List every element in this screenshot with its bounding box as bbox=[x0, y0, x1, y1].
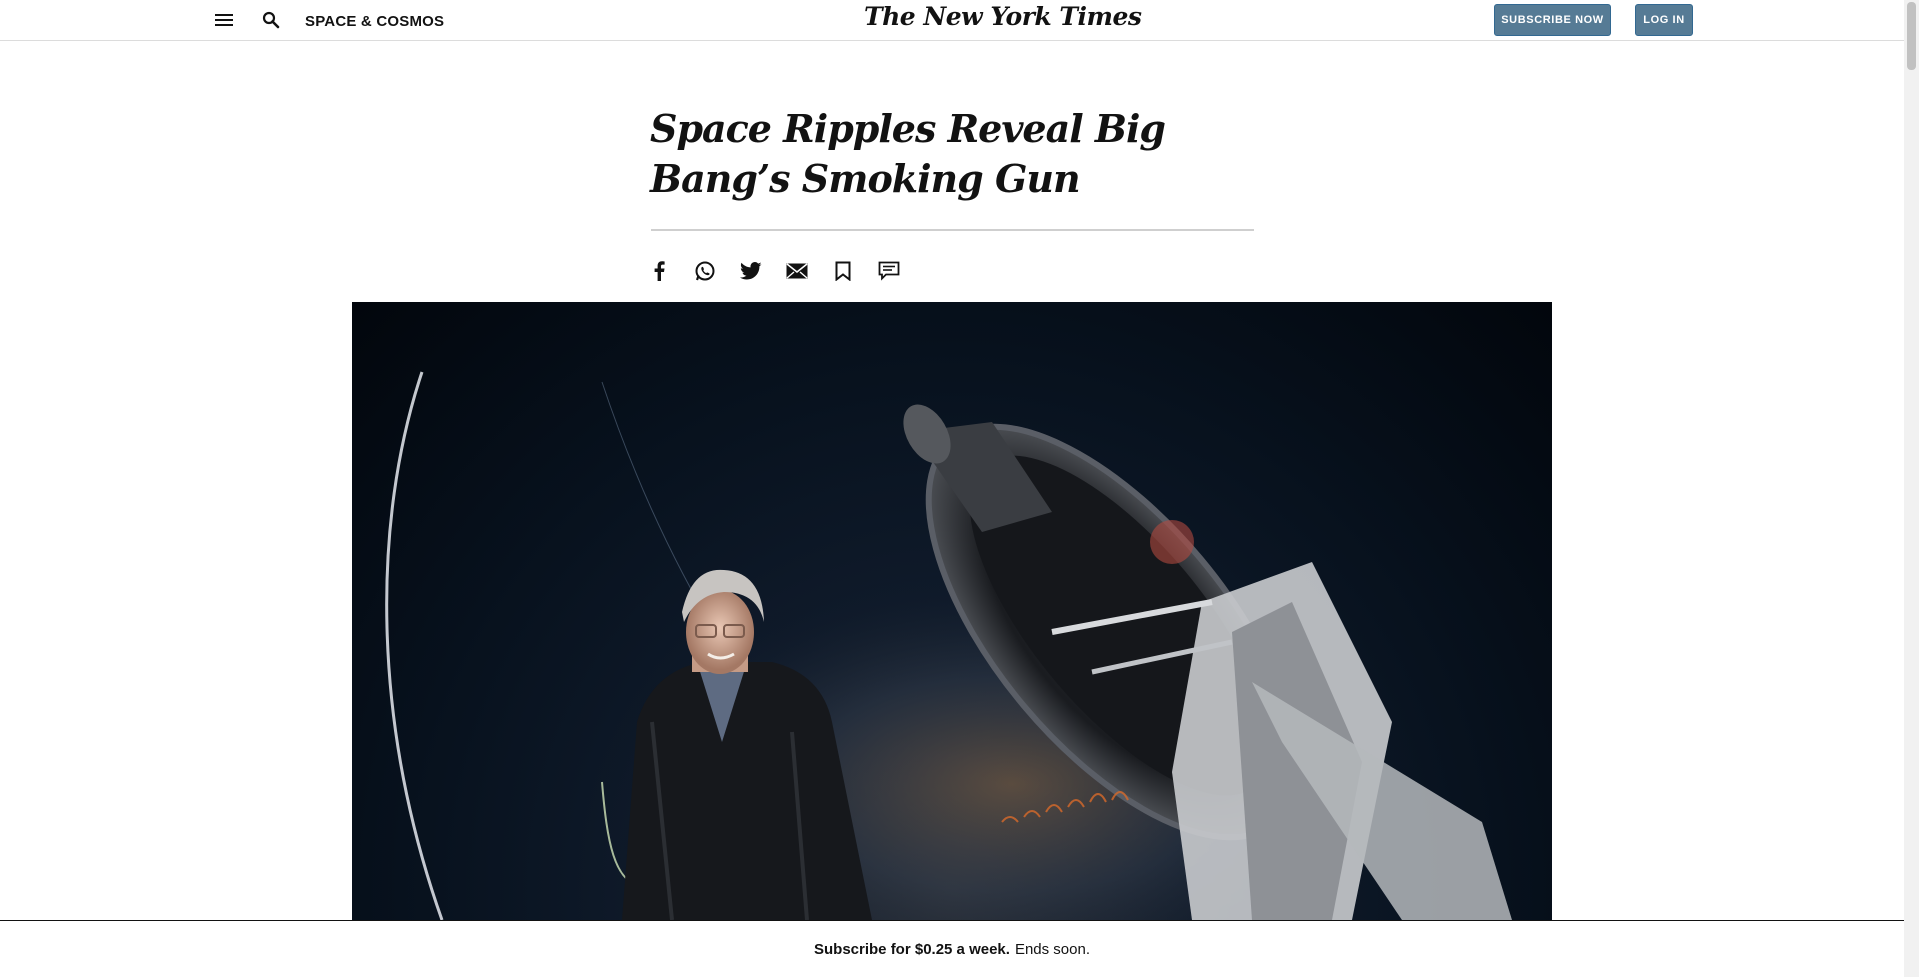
article-headline: Space Ripples Reveal Big Bang’s Smoking … bbox=[650, 106, 1166, 201]
subscribe-offer-banner[interactable]: Subscribe for $0.25 a week. Ends soon. bbox=[0, 920, 1904, 978]
whatsapp-icon[interactable] bbox=[692, 258, 718, 284]
bookmark-icon[interactable] bbox=[830, 258, 856, 284]
twitter-icon[interactable] bbox=[738, 258, 764, 284]
nyt-logo[interactable]: The New York Times bbox=[864, 2, 1142, 31]
headline-divider bbox=[651, 229, 1254, 231]
scrollbar-thumb[interactable] bbox=[1907, 2, 1916, 70]
hero-image bbox=[352, 302, 1552, 920]
email-icon[interactable] bbox=[784, 258, 810, 284]
log-in-button[interactable]: LOG IN bbox=[1635, 4, 1693, 36]
subscribe-now-button[interactable]: SUBSCRIBE NOW bbox=[1494, 4, 1611, 36]
facebook-icon[interactable] bbox=[646, 258, 672, 284]
telescope-photo bbox=[352, 302, 1552, 920]
top-navigation-bar: SPACE & COSMOS The New York Times SUBSCR… bbox=[0, 0, 1904, 41]
share-toolbar bbox=[646, 258, 902, 284]
page-scrollbar[interactable] bbox=[1904, 0, 1919, 977]
section-link-space-cosmos[interactable]: SPACE & COSMOS bbox=[305, 13, 444, 30]
hamburger-menu-icon[interactable] bbox=[215, 11, 237, 31]
offer-text: Subscribe for $0.25 a week. bbox=[814, 941, 1010, 958]
comment-icon[interactable] bbox=[876, 258, 902, 284]
offer-deadline-text: Ends soon. bbox=[1014, 941, 1090, 958]
search-icon[interactable] bbox=[262, 11, 282, 31]
